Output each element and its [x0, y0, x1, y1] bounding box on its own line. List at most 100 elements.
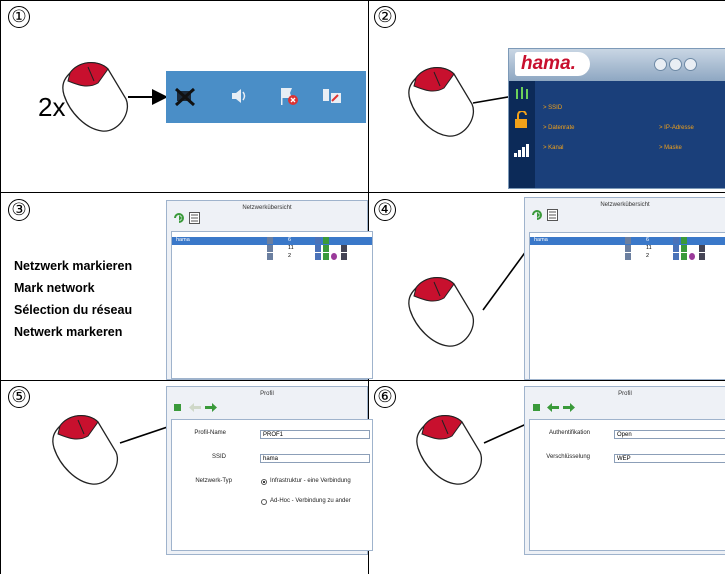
hama-logo: hama.: [515, 52, 590, 76]
step-number-2: ②: [374, 6, 396, 28]
ssid-label: SSID: [211, 454, 226, 460]
network-ssid: hama: [176, 237, 190, 243]
connection-icon: [341, 245, 347, 252]
signal-strength-icon: [514, 144, 529, 157]
step-number-1: ①: [8, 6, 30, 28]
grid-divider-row2: [0, 380, 725, 381]
list-view-icon[interactable]: [189, 212, 200, 224]
hama-item-kanal: > Kanal: [543, 145, 564, 151]
kanal-label: Kanal: [548, 145, 564, 151]
network-type-icon: [267, 245, 273, 252]
network-overview-panel: Netzwerkübersicht hama 6 11 2: [524, 197, 725, 380]
panel-title: Profil: [260, 391, 274, 397]
mouse-icon: [408, 277, 474, 347]
network-type-icon: [625, 245, 631, 252]
network-overview-panel: Netzwerkübersicht hama 6 11 2: [166, 200, 373, 380]
encryption-icon: [315, 237, 321, 244]
grid-divider-row1: [0, 192, 725, 193]
ssid-label: SSID: [548, 105, 563, 111]
close-button[interactable]: [684, 58, 697, 71]
signal-icon: [323, 253, 329, 260]
network-list: hama 6 11 2: [529, 232, 725, 380]
hama-titlebar: hama.: [509, 49, 725, 81]
lock-icon: [515, 111, 527, 128]
step-number-5: ⑤: [8, 386, 30, 408]
ssid-input[interactable]: hama: [260, 454, 370, 463]
network-type-icon: [625, 237, 631, 244]
encryption-select[interactable]: WEP: [614, 454, 725, 463]
profile-icon: [331, 253, 337, 260]
signal-icon: [681, 245, 687, 252]
profile-name-input[interactable]: PROF1: [260, 430, 370, 439]
network-type-icon: [267, 237, 273, 244]
scan-icon[interactable]: [531, 209, 543, 221]
encryption-icon: [673, 245, 679, 252]
help-button[interactable]: [654, 58, 667, 71]
shield-flag-icon[interactable]: [278, 85, 300, 107]
grid-border-left: [0, 0, 1, 574]
minimize-button[interactable]: [669, 58, 682, 71]
signal-icon: [323, 237, 329, 244]
encryption-icon: [315, 253, 321, 260]
panel-title: Netzwerkübersicht: [600, 202, 650, 208]
network-type-icon: [267, 253, 273, 260]
encryption-icon: [673, 253, 679, 260]
system-tray: [166, 71, 366, 123]
network-type-icon: [625, 253, 631, 260]
instruction-de: Netzwerk markieren: [14, 259, 133, 273]
step3-instructions: Netzwerk markieren Mark network Sélectio…: [14, 255, 132, 343]
network-adapter-icon[interactable]: [321, 84, 343, 106]
encryption-label: Verschlüsselung: [546, 454, 590, 460]
mouse-icon: [416, 415, 482, 485]
speaker-icon[interactable]: [228, 85, 250, 107]
row-status-icons: [625, 237, 725, 261]
back-arrow-icon[interactable]: [189, 403, 201, 412]
hama-item-maske: > Maske: [659, 145, 682, 151]
signal-icon: [681, 237, 687, 244]
panel-title: Profil: [618, 391, 632, 397]
infrastructure-radio[interactable]: [261, 479, 267, 485]
network-disabled-icon[interactable]: [174, 85, 196, 107]
hama-item-datenrate: > Datenrate: [543, 125, 575, 131]
step-number-3: ③: [8, 199, 30, 221]
back-arrow-icon[interactable]: [547, 403, 559, 412]
authentication-label: Authentifikation: [548, 430, 590, 436]
profile-icon: [689, 253, 695, 260]
mouse-icon: [62, 62, 128, 132]
profile-name-label: Profil-Name: [194, 430, 226, 436]
window-controls: [654, 58, 699, 76]
hama-status-panel: [509, 81, 725, 188]
mouse-icon: [408, 67, 474, 137]
step-number-6: ⑥: [374, 386, 396, 408]
hama-item-ssid: > SSID: [543, 105, 563, 111]
network-type-label: Netzwerk-Typ: [195, 478, 232, 484]
profile-security-panel: Profil Authentifikation Open Verschlüsse…: [524, 386, 725, 555]
grid-border-top: [0, 0, 725, 1]
profile-form: Profil-Name PROF1 SSID hama Netzwerk-Typ…: [171, 419, 373, 551]
forward-arrow-icon[interactable]: [205, 403, 217, 412]
row-status-icons: [267, 237, 367, 261]
panel-title: Netzwerkübersicht: [242, 205, 292, 211]
signal-icon: [323, 245, 329, 252]
security-form: Authentifikation Open Verschlüsselung WE…: [529, 419, 725, 551]
adhoc-label: Ad-Hoc - Verbindung zu ander: [270, 498, 351, 504]
connection-icon: [699, 245, 705, 252]
network-ssid: hama: [534, 237, 548, 243]
mask-label: Maske: [664, 145, 682, 151]
adhoc-radio[interactable]: [261, 499, 267, 505]
forward-arrow-icon[interactable]: [563, 403, 575, 412]
scan-icon[interactable]: [173, 212, 185, 224]
authentication-select[interactable]: Open: [614, 430, 725, 439]
stop-icon[interactable]: [533, 404, 540, 411]
encryption-icon: [315, 245, 321, 252]
step-number-4: ④: [374, 199, 396, 221]
mouse-icon: [52, 415, 118, 485]
connection-icon: [699, 253, 705, 260]
list-view-icon[interactable]: [547, 209, 558, 221]
hama-utility-window: hama. > SSID > Datenrate > Kanal > IP-Ad…: [508, 48, 725, 189]
datenrate-label: Datenrate: [548, 125, 575, 131]
connection-icon: [341, 253, 347, 260]
stop-icon[interactable]: [174, 404, 181, 411]
network-list: hama 6 11 2: [171, 231, 373, 379]
profile-panel: Profil Profil-Name PROF1 SSID hama Netzw…: [166, 386, 373, 555]
